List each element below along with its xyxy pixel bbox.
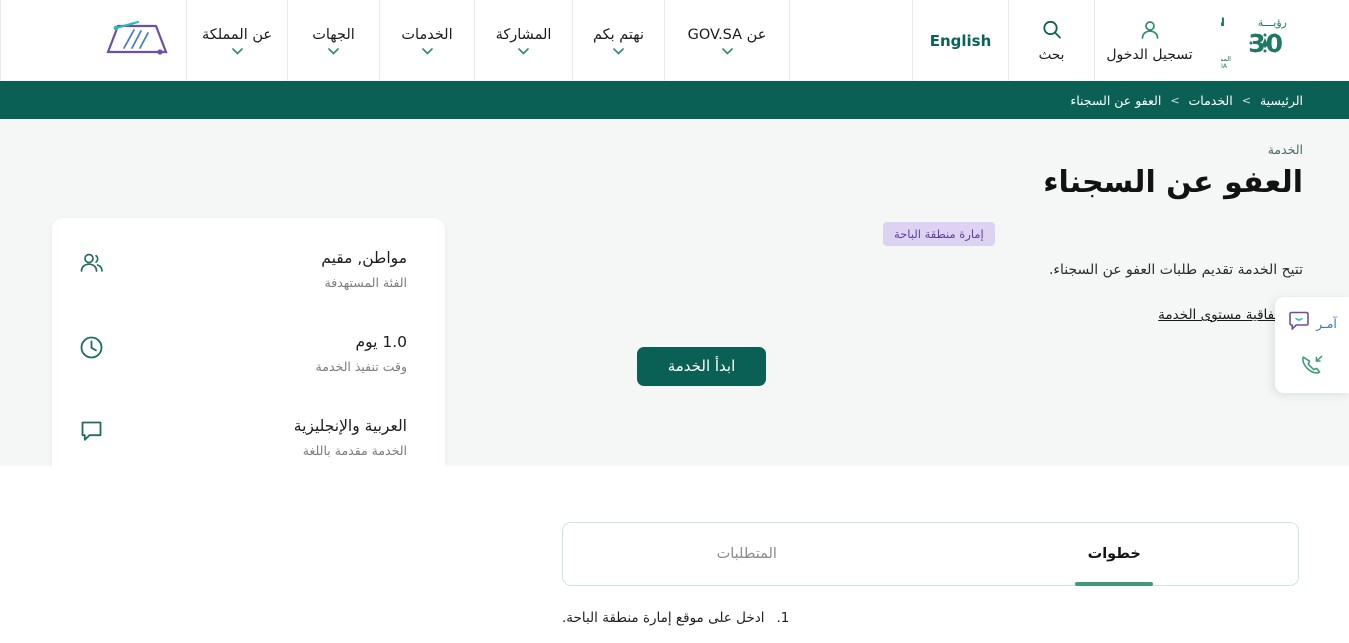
nav-label: المشاركة xyxy=(495,27,552,44)
info-value: مواطن, مقيم xyxy=(321,249,407,267)
sla-row: اتفاقية مستوى الخدمة xyxy=(883,307,1303,323)
chevron-down-icon xyxy=(328,47,339,55)
nav-label: الخدمات xyxy=(401,27,453,44)
nav-label: الجهات xyxy=(312,27,355,44)
service-hero-section: الخدمة العفو عن السجناء إمارة منطقة البا… xyxy=(0,119,1349,638)
chat-bubble-icon xyxy=(1287,309,1311,337)
govsa-logo[interactable]: GOV.SA المنصة الوطنية الموحدة xyxy=(0,0,186,81)
comment-icon xyxy=(78,418,105,445)
info-label: الفئة المستهدفة xyxy=(324,274,407,290)
vision-2030-logo[interactable]: VISION رؤيـــة 2 30 المملكة العربية السع… xyxy=(1204,0,1349,81)
tab-steps[interactable]: خطوات xyxy=(931,523,1299,585)
search-label: بحث xyxy=(1038,46,1065,63)
assistant-widget[interactable]: آمـر xyxy=(1275,297,1349,393)
nav-label: عن المملكة xyxy=(201,27,273,44)
start-service-button[interactable]: ابدأ الخدمة xyxy=(637,347,766,386)
step-number: 1. xyxy=(776,610,790,626)
info-label: الخدمة مقدمة باللغة xyxy=(302,442,407,458)
nav-item-about-govsa[interactable]: عن GOV.SA xyxy=(664,0,789,81)
chevron-down-icon xyxy=(518,47,529,55)
assistant-call-button[interactable] xyxy=(1299,353,1325,381)
breadcrumb: الرئيسية > الخدمات > العفو عن السجناء xyxy=(1070,93,1303,108)
breadcrumb-item-current: العفو عن السجناء xyxy=(1070,92,1162,108)
assistant-chat-button[interactable]: آمـر xyxy=(1287,309,1337,337)
info-row-target-audience: مواطن, مقيم الفئة المستهدفة xyxy=(78,248,407,332)
top-navigation-bar: GOV.SA المنصة الوطنية الموحدة عن المملكة… xyxy=(0,0,1349,81)
svg-text:المملكة العربية السعودية: المملكة العربية السعودية xyxy=(1221,55,1231,63)
breadcrumb-item-services[interactable]: الخدمات xyxy=(1189,93,1233,108)
status-badge-provider: إمارة منطقة الباحة xyxy=(883,221,995,246)
info-text: 1.0 يوم وقت تنفيذ الخدمة xyxy=(123,332,407,375)
info-value: العربية والإنجليزية xyxy=(293,417,407,435)
search-button[interactable]: بحث xyxy=(1008,0,1094,81)
tab-requirements[interactable]: المتطلبات xyxy=(563,523,931,585)
nav-item-about-kingdom[interactable]: عن المملكة xyxy=(186,0,287,81)
nav-item-entities[interactable]: الجهات xyxy=(287,0,379,81)
info-text: مواطن, مقيم الفئة المستهدفة xyxy=(123,248,407,291)
svg-text:GOV.SA: GOV.SA xyxy=(20,25,21,49)
info-text: العربية والإنجليزية الخدمة مقدمة باللغة xyxy=(123,416,407,459)
nav-item-participation[interactable]: المشاركة xyxy=(474,0,572,81)
breadcrumb-separator: > xyxy=(1170,93,1180,107)
nav-label: عن GOV.SA xyxy=(687,27,767,44)
language-toggle-english[interactable]: English xyxy=(912,0,1008,81)
tab-label: المتطلبات xyxy=(716,546,777,562)
clock-icon xyxy=(78,334,105,361)
service-heading-block: الخدمة العفو عن السجناء إمارة منطقة البا… xyxy=(883,142,1303,246)
service-tabs: خطوات المتطلبات xyxy=(562,522,1299,586)
users-icon xyxy=(78,250,105,277)
info-label: وقت تنفيذ الخدمة xyxy=(315,358,407,374)
badge-row: إمارة منطقة الباحة xyxy=(883,221,1303,246)
nav-spacer xyxy=(789,0,912,81)
user-icon xyxy=(1139,19,1161,45)
info-row-processing-time: 1.0 يوم وقت تنفيذ الخدمة xyxy=(78,332,407,416)
phone-callback-icon xyxy=(1299,353,1325,381)
service-details-section: خطوات المتطلبات 1. ادخل على موقع إمارة م… xyxy=(0,466,1349,643)
chevron-down-icon xyxy=(421,47,433,55)
step-text: ادخل على موقع إمارة منطقة الباحة. xyxy=(562,610,765,626)
svg-text:2: 2 xyxy=(1221,29,1223,58)
list-item: 1. ادخل على موقع إمارة منطقة الباحة. xyxy=(562,610,1299,626)
tab-label: خطوات xyxy=(1087,546,1141,562)
nav-item-we-care[interactable]: نهتم بكم xyxy=(572,0,664,81)
nav-item-services[interactable]: الخدمات xyxy=(379,0,474,81)
service-kicker-label: الخدمة xyxy=(1267,142,1303,157)
svg-text:KINGDOM OF SAUDI ARABIA: KINGDOM OF SAUDI ARABIA xyxy=(1221,63,1228,70)
chevron-down-icon xyxy=(613,47,624,55)
search-icon xyxy=(1041,19,1063,45)
breadcrumb-bar: الرئيسية > الخدمات > العفو عن السجناء xyxy=(0,81,1349,119)
service-description: تتيح الخدمة تقديم طلبات العفو عن السجناء… xyxy=(1048,262,1303,278)
steps-list: 1. ادخل على موقع إمارة منطقة الباحة. xyxy=(562,610,1299,626)
svg-text:رؤيـــة: رؤيـــة xyxy=(1257,16,1286,29)
chevron-down-icon xyxy=(231,47,243,55)
chevron-down-icon xyxy=(721,47,733,55)
assistant-name: آمـر xyxy=(1316,315,1337,331)
login-label: تسجيل الدخول xyxy=(1106,46,1193,63)
login-button[interactable]: تسجيل الدخول xyxy=(1094,0,1204,81)
sla-agreement-link[interactable]: اتفاقية مستوى الخدمة xyxy=(1158,307,1282,323)
nav-label: نهتم بكم xyxy=(592,27,645,44)
page-title: العفو عن السجناء xyxy=(1043,165,1303,200)
svg-text:VISION: VISION xyxy=(1221,15,1225,29)
breadcrumb-item-home[interactable]: الرئيسية xyxy=(1260,93,1303,108)
info-value: 1.0 يوم xyxy=(355,333,407,351)
breadcrumb-separator: > xyxy=(1241,93,1251,107)
